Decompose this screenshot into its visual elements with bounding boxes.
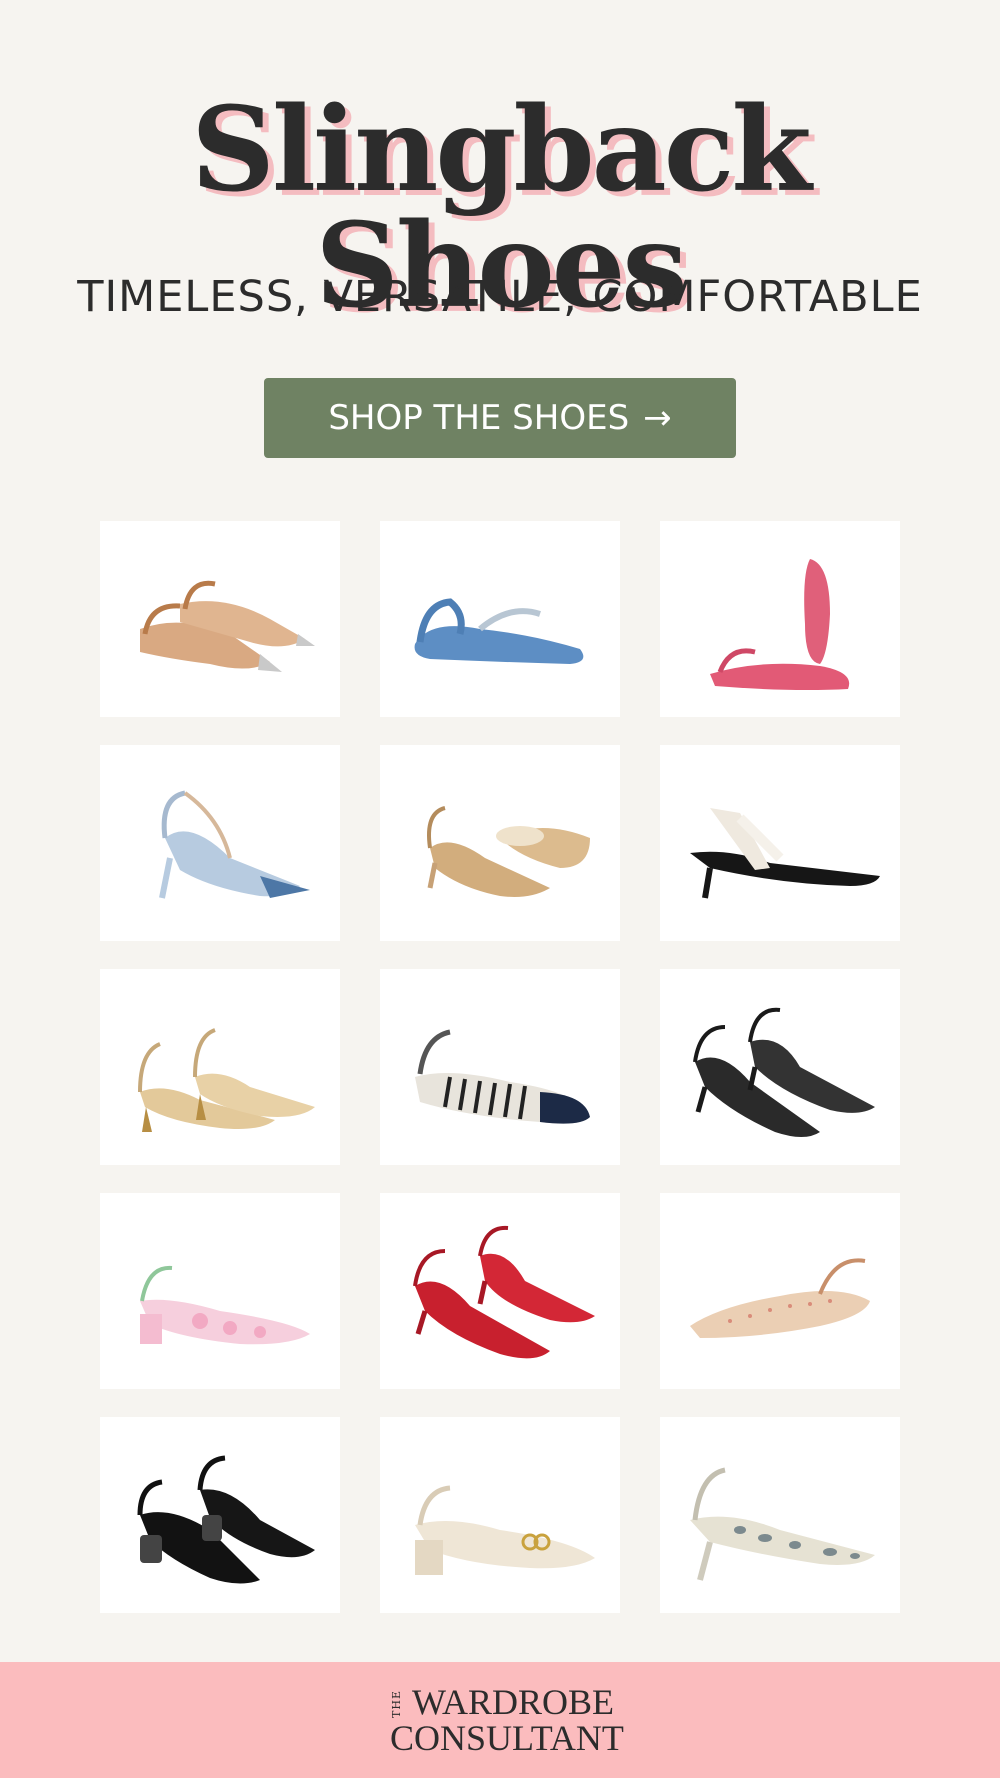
- shop-button-label: SHOP THE SHOES: [328, 398, 630, 438]
- raffia-flared-heel-slingback-icon: [138, 1028, 315, 1132]
- product-card[interactable]: [380, 521, 620, 717]
- brand-logo[interactable]: THE WARDROBE CONSULTANT: [390, 1682, 624, 1760]
- product-card[interactable]: [100, 745, 340, 941]
- logo-the: THE: [390, 1690, 403, 1718]
- product-card[interactable]: [100, 969, 340, 1165]
- black-kitten-heel-ribbon-slingback-icon: [690, 808, 880, 899]
- product-card[interactable]: [100, 1417, 340, 1613]
- cream-block-heel-slingback-icon: [415, 1485, 595, 1575]
- pink-flat-slingback-icon: [710, 559, 850, 690]
- logo-consultant: CONSULTANT: [390, 1718, 624, 1758]
- black-embellished-heel-slingback-icon: [137, 1455, 315, 1584]
- striped-square-toe-flat-slingback-icon: [415, 1029, 590, 1124]
- product-card[interactable]: [100, 1193, 340, 1389]
- logo-wardrobe: WARDROBE: [412, 1682, 615, 1722]
- denim-flat-slingback-icon: [414, 598, 584, 664]
- product-card[interactable]: [660, 1417, 900, 1613]
- product-card[interactable]: [380, 1417, 620, 1613]
- mesh-pointed-flat-slingback-icon: [140, 580, 315, 672]
- shop-the-shoes-button[interactable]: SHOP THE SHOES →: [264, 378, 736, 458]
- black-mesh-kitten-heel-slingback-icon: [693, 1007, 875, 1137]
- product-card[interactable]: [100, 521, 340, 717]
- product-card[interactable]: [660, 745, 900, 941]
- product-card[interactable]: [380, 1193, 620, 1389]
- footer-bar: THE WARDROBE CONSULTANT: [0, 1662, 1000, 1778]
- product-grid: [100, 521, 900, 1613]
- product-card[interactable]: [660, 969, 900, 1165]
- pink-floral-block-heel-slingback-icon: [140, 1265, 310, 1345]
- tweed-flat-slingback-icon: [690, 1258, 870, 1338]
- light-blue-kitten-heel-slingback-icon: [159, 790, 310, 899]
- arrow-right-icon: →: [643, 398, 672, 438]
- raffia-kitten-heel-slingback-icon: [427, 806, 590, 897]
- snakeskin-heel-slingback-icon: [690, 1467, 875, 1581]
- page-subtitle: TIMELESS, VERSATILE, COMFORTABLE: [77, 272, 923, 322]
- product-card[interactable]: [380, 969, 620, 1165]
- product-card[interactable]: [380, 745, 620, 941]
- red-mesh-kitten-heel-slingback-icon: [413, 1225, 595, 1359]
- product-card[interactable]: [660, 1193, 900, 1389]
- product-card[interactable]: [660, 521, 900, 717]
